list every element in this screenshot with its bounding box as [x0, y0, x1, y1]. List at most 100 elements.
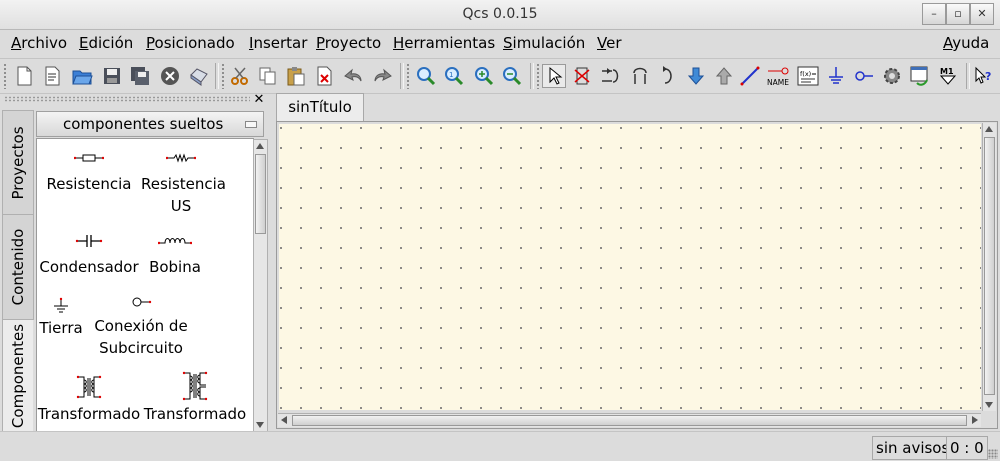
scrollbar-thumb[interactable] [255, 154, 266, 234]
print-icon[interactable] [186, 64, 210, 88]
menu-ayuda[interactable]: Ayuda [943, 34, 989, 52]
component-label: Conexión de Subcircuito [94, 317, 188, 357]
edit-activate-icon[interactable] [570, 64, 594, 88]
whats-this-icon[interactable]: ? [972, 64, 996, 88]
delete-icon[interactable] [312, 64, 336, 88]
toolbar-separator [400, 63, 404, 89]
marker-icon[interactable]: M1 [936, 64, 960, 88]
main-toolbar: 1 NAME f(x)= M1 ? [0, 58, 1000, 94]
go-into-subcircuit-icon[interactable] [684, 64, 708, 88]
new-file-icon[interactable] [12, 64, 36, 88]
components-dock: ✕ Proyectos Contenido Componentes compon… [0, 93, 270, 432]
rotate-icon[interactable] [656, 64, 680, 88]
zoom-in-icon[interactable] [472, 64, 496, 88]
svg-text:1: 1 [449, 71, 453, 79]
resistor-us-icon [166, 153, 196, 163]
schematic-canvas[interactable] [279, 124, 981, 410]
minimize-button[interactable]: – [922, 3, 946, 25]
inductor-icon [158, 238, 192, 245]
capacitor-icon [75, 235, 103, 247]
toolbar-grip[interactable] [406, 63, 410, 89]
zoom-out-icon[interactable] [500, 64, 524, 88]
save-all-icon[interactable] [128, 64, 152, 88]
svg-text:?: ? [985, 70, 991, 83]
toolbar-grip[interactable] [3, 63, 7, 89]
mirror-y-icon[interactable] [628, 64, 652, 88]
component-list: Resistencia Resistencia US Condensador B… [36, 138, 254, 432]
scroll-right-icon[interactable] [972, 416, 978, 424]
view-data-icon[interactable] [908, 64, 932, 88]
menu-proyecto[interactable]: Proyecto [316, 34, 381, 52]
toolbar-grip[interactable] [221, 63, 225, 89]
status-warnings: sin avisos [872, 436, 954, 460]
menu-insertar[interactable]: Insertar [249, 34, 307, 52]
open-folder-icon[interactable] [70, 64, 94, 88]
undo-icon[interactable] [342, 64, 366, 88]
scroll-up-icon[interactable] [985, 126, 993, 132]
pop-out-icon[interactable] [712, 64, 736, 88]
scrollbar-thumb[interactable] [984, 137, 995, 395]
component-label: Resistencia US [141, 175, 226, 215]
simulate-gear-icon[interactable] [880, 64, 904, 88]
scroll-down-icon[interactable] [985, 402, 993, 408]
component-resistor-us[interactable]: Resistencia US [129, 151, 233, 217]
label-name-text: NAME [767, 78, 789, 87]
insert-ground-icon[interactable] [824, 64, 848, 88]
menu-archivo[interactable]: Archivo [11, 34, 67, 52]
paste-icon[interactable] [284, 64, 308, 88]
copy-icon[interactable] [256, 64, 280, 88]
cut-icon[interactable] [228, 64, 252, 88]
close-window-button[interactable]: ✕ [970, 3, 994, 25]
ground-icon [54, 297, 68, 313]
insert-equation-icon[interactable]: f(x)= [796, 64, 820, 88]
canvas-vertical-scrollbar[interactable] [982, 123, 996, 411]
status-bar: sin avisos 0 : 0 [0, 431, 1000, 461]
component-subcircuit-port[interactable]: Conexión de Subcircuito [89, 295, 193, 359]
component-label: Transformado [143, 405, 247, 423]
zoom-1to1-icon[interactable]: 1 [442, 64, 466, 88]
component-transformer[interactable]: Transformado [37, 375, 141, 425]
insert-label-icon[interactable]: NAME [766, 64, 794, 88]
select-arrow-icon[interactable] [542, 64, 566, 88]
component-category-select[interactable]: componentes sueltos [36, 111, 264, 137]
insert-wire-icon[interactable] [738, 64, 762, 88]
close-document-icon[interactable] [158, 64, 182, 88]
redo-icon[interactable] [370, 64, 394, 88]
tab-componentes[interactable]: Componentes [2, 319, 33, 432]
dock-close-button[interactable]: ✕ [252, 93, 266, 107]
scroll-left-icon[interactable] [281, 416, 287, 424]
insert-port-icon[interactable] [852, 64, 876, 88]
resistor-icon [74, 154, 104, 162]
chevron-down-icon [245, 121, 257, 128]
component-label: Resistencia [46, 175, 132, 193]
tab-contenido[interactable]: Contenido [2, 214, 34, 320]
toolbar-separator [530, 63, 534, 89]
maximize-button[interactable]: ▫ [946, 3, 970, 25]
new-text-icon[interactable] [40, 64, 64, 88]
zoom-fit-icon[interactable] [414, 64, 438, 88]
window-title: Qcs 0.0.15 [462, 6, 538, 22]
menu-ver[interactable]: Ver [597, 34, 622, 52]
scrollbar-thumb[interactable] [292, 415, 967, 426]
component-list-scrollbar[interactable] [253, 139, 268, 432]
menu-edicion[interactable]: Edición [79, 34, 133, 52]
tab-proyectos[interactable]: Proyectos [2, 110, 34, 215]
component-resistor[interactable]: Resistencia [37, 151, 141, 195]
scroll-down-icon[interactable] [256, 422, 264, 428]
dock-grip[interactable] [4, 96, 250, 102]
subcircuit-port-icon [132, 297, 152, 307]
toolbar-grip[interactable] [536, 63, 540, 89]
menu-herramientas[interactable]: Herramientas [393, 34, 495, 52]
menu-bar: Archivo Edición Posicionado Insertar Pro… [0, 30, 1000, 58]
scroll-up-icon[interactable] [256, 143, 264, 149]
menu-posicionado[interactable]: Posicionado [146, 34, 235, 52]
component-symmetric-transformer[interactable]: Transformado [143, 371, 247, 425]
save-icon[interactable] [100, 64, 124, 88]
document-tab[interactable]: sinTítulo [276, 93, 364, 121]
resize-grip[interactable] [988, 449, 998, 459]
component-inductor[interactable]: Bobina [123, 234, 227, 278]
category-value: componentes sueltos [63, 115, 224, 133]
menu-simulacion[interactable]: Simulación [503, 34, 585, 52]
mirror-x-icon[interactable] [598, 64, 622, 88]
canvas-horizontal-scrollbar[interactable] [278, 413, 981, 427]
